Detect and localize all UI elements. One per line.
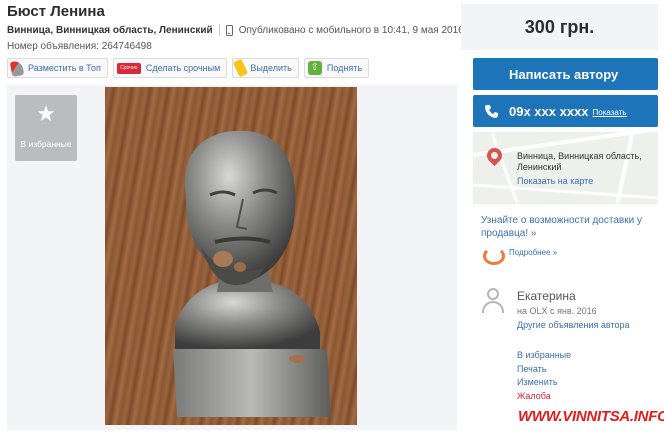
phone-button[interactable]: 09х ххх хххх Показать <box>473 95 658 127</box>
more-details-link[interactable]: Подробнее » <box>509 248 557 257</box>
add-to-favorites-button[interactable]: ★ В избранные <box>15 95 77 161</box>
favorites-label: В избранные <box>20 139 72 149</box>
mobile-phone-icon <box>225 24 233 36</box>
bump-up-button[interactable]: ⇧ Поднять <box>303 58 370 78</box>
rocket-icon <box>9 59 25 77</box>
make-urgent-button[interactable]: Срочно Сделать срочным <box>112 58 228 78</box>
show-phone-link[interactable]: Показать <box>593 108 627 117</box>
highlight-button[interactable]: Выделить <box>232 58 299 78</box>
arrow-up-icon: ⇧ <box>307 61 322 75</box>
promote-top-label: Разместить в Топ <box>28 63 101 73</box>
lenin-bust-image <box>173 130 331 417</box>
promote-top-button[interactable]: Разместить в Топ <box>7 58 108 78</box>
location-text: Винница, Винницкая область, Ленинский <box>7 24 213 36</box>
seller-since: на OLX с янв. 2016 <box>517 306 597 316</box>
published-date: Опубликовано с мобильного в 10:41, 9 мая… <box>238 24 467 36</box>
delivery-info-link[interactable]: Узнайте о возможности доставки у продавц… <box>481 214 657 240</box>
map-address: Винница, Винницкая область, Ленинский <box>517 151 642 172</box>
price: 300 грн. <box>524 17 595 37</box>
marker-icon <box>233 58 249 78</box>
safe-deal-icon <box>481 243 505 265</box>
make-urgent-label: Сделать срочным <box>145 63 221 73</box>
seller-name: Екатерина <box>517 289 576 303</box>
show-on-map-link[interactable]: Показать на карте <box>517 176 593 186</box>
ad-id: Номер объявления: 264746498 <box>7 41 152 52</box>
complaint-link[interactable]: Жалоба <box>517 391 571 401</box>
add-to-favorites-link[interactable]: В избранные <box>517 350 571 360</box>
location-map[interactable]: Винница, Винницкая область, Ленинский По… <box>473 132 658 204</box>
message-author-button[interactable]: Написать автору <box>473 58 658 90</box>
photo-gallery: ★ В избранные <box>7 85 457 430</box>
phone-icon <box>484 104 499 119</box>
envelope-icon <box>484 67 499 82</box>
listing-links: В избранные Печать Изменить Жалоба <box>517 350 571 401</box>
avatar <box>481 288 505 314</box>
edit-link[interactable]: Изменить <box>517 377 571 387</box>
phone-number: 09х ххх хххх <box>509 103 589 119</box>
print-link[interactable]: Печать <box>517 364 571 374</box>
listing-meta: Винница, Винницкая область, Ленинский Оп… <box>7 24 466 36</box>
urgent-badge-icon: Срочно <box>116 62 141 74</box>
divider <box>218 24 220 36</box>
page-title: Бюст Ленина <box>7 3 105 20</box>
promotion-actions: Разместить в Топ Срочно Сделать срочным … <box>7 58 370 78</box>
listing-photo[interactable] <box>105 87 357 425</box>
star-icon: ★ <box>36 101 56 126</box>
price-box: 300 грн. <box>461 4 658 50</box>
bump-up-label: Поднять <box>326 63 363 73</box>
watermark: WWW.VINNITSA.INFO <box>518 408 664 425</box>
safe-deal-row: Подробнее » <box>481 243 557 265</box>
seller-other-ads-link[interactable]: Другие объявления автора <box>517 320 630 330</box>
message-author-label: Написать автору <box>509 66 619 82</box>
highlight-label: Выделить <box>250 63 292 73</box>
